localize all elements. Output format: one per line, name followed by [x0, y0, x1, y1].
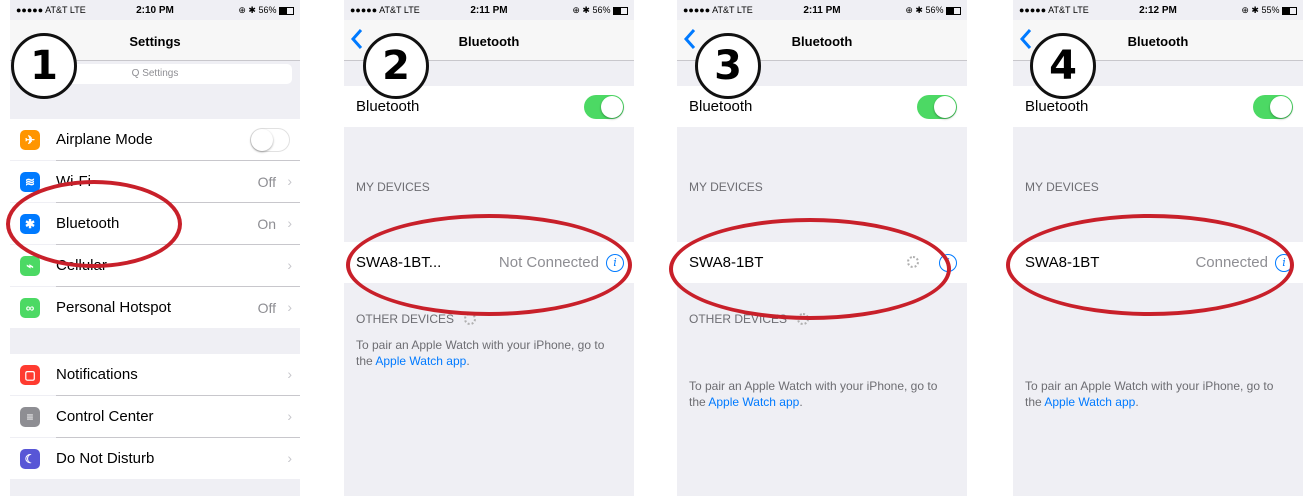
- apple-watch-app-link[interactable]: Apple Watch app: [1044, 395, 1135, 409]
- step-badge-1: 1: [11, 33, 77, 99]
- chevron-right-icon: ›: [287, 257, 292, 273]
- apple-watch-note: To pair an Apple Watch with your iPhone,…: [689, 378, 957, 410]
- apple-watch-app-link[interactable]: Apple Watch app: [708, 395, 799, 409]
- row-value: Off: [257, 300, 276, 316]
- apple-watch-app-link[interactable]: Apple Watch app: [375, 354, 466, 368]
- bluetooth-toggle[interactable]: [1253, 95, 1293, 119]
- wifi-icon: ≋: [20, 172, 40, 192]
- row-label: Airplane Mode: [56, 131, 153, 148]
- airplane-icon: ✈: [20, 130, 40, 150]
- bluetooth-label: Bluetooth: [356, 98, 420, 115]
- moon-icon: ☾: [20, 449, 40, 469]
- settings-row-notifications[interactable]: ▢ Notifications ›: [10, 354, 300, 395]
- row-value: Off: [257, 174, 276, 190]
- settings-row-airplane-mode[interactable]: ✈ Airplane Mode: [10, 119, 300, 160]
- notifications-icon: ▢: [20, 365, 40, 385]
- status-right: ⊕ ✱ 55%: [1241, 5, 1297, 16]
- apple-watch-note: To pair an Apple Watch with your iPhone,…: [356, 337, 624, 369]
- apple-watch-note: To pair an Apple Watch with your iPhone,…: [1025, 378, 1293, 410]
- step-badge-3: 3: [695, 33, 761, 99]
- status-bar: ●●●●● AT&T LTE 2:11 PM ⊕ ✱ 56%: [677, 0, 967, 20]
- settings-row-control-center[interactable]: ≡ Control Center ›: [10, 396, 300, 437]
- step-badge-4: 4: [1030, 33, 1096, 99]
- note-end: .: [799, 395, 803, 409]
- battery-icon: [1282, 6, 1297, 15]
- chevron-right-icon: ›: [287, 366, 292, 382]
- status-right: ⊕ ✱ 56%: [572, 5, 628, 16]
- status-indicators: ⊕ ✱ 55%: [1241, 5, 1280, 15]
- row-value: On: [257, 216, 276, 232]
- chevron-right-icon: ›: [287, 299, 292, 315]
- bluetooth-toggle[interactable]: [584, 95, 624, 119]
- row-label: Control Center: [56, 408, 154, 425]
- control-center-icon: ≡: [20, 407, 40, 427]
- chevron-right-icon: ›: [287, 173, 292, 189]
- row-label: Personal Hotspot: [56, 299, 172, 316]
- chevron-right-icon: ›: [287, 408, 292, 424]
- status-bar: ●●●●● AT&T LTE 2:12 PM ⊕ ✱ 55%: [1013, 0, 1303, 20]
- status-indicators: ⊕ ✱ 56%: [238, 5, 277, 15]
- status-indicators: ⊕ ✱ 56%: [905, 5, 944, 15]
- battery-icon: [279, 6, 294, 15]
- status-right: ⊕ ✱ 56%: [905, 5, 961, 16]
- row-label: Notifications: [56, 366, 138, 383]
- bluetooth-label: Bluetooth: [689, 98, 753, 115]
- airplane-mode-toggle[interactable]: [250, 128, 290, 152]
- bluetooth-toggle[interactable]: [917, 95, 957, 119]
- my-devices-header: MY DEVICES: [1025, 180, 1099, 194]
- hotspot-icon: ∞: [20, 298, 40, 318]
- battery-icon: [613, 6, 628, 15]
- my-devices-header: MY DEVICES: [689, 180, 763, 194]
- note-end: .: [466, 354, 470, 368]
- step-badge-2: 2: [363, 33, 429, 99]
- note-end: .: [1135, 395, 1139, 409]
- annotation-oval: [6, 180, 182, 268]
- my-devices-header: MY DEVICES: [356, 180, 430, 194]
- status-indicators: ⊕ ✱ 56%: [572, 5, 611, 15]
- settings-row-personal-hotspot[interactable]: ∞ Personal Hotspot Off ›: [10, 287, 300, 328]
- row-label: Do Not Disturb: [56, 450, 155, 467]
- annotation-oval: [669, 218, 951, 320]
- settings-row-do-not-disturb[interactable]: ☾ Do Not Disturb ›: [10, 438, 300, 479]
- status-right: ⊕ ✱ 56%: [238, 5, 294, 16]
- other-devices-header: OTHER DEVICES: [356, 312, 455, 326]
- status-bar: ●●●●● AT&T LTE 2:10 PM ⊕ ✱ 56%: [10, 0, 300, 20]
- battery-icon: [946, 6, 961, 15]
- bluetooth-label: Bluetooth: [1025, 98, 1089, 115]
- status-bar: ●●●●● AT&T LTE 2:11 PM ⊕ ✱ 56%: [344, 0, 634, 20]
- cellular-icon: ⌁: [20, 256, 40, 276]
- annotation-oval: [1006, 214, 1294, 316]
- chevron-right-icon: ›: [287, 450, 292, 466]
- annotation-oval: [346, 214, 632, 316]
- chevron-right-icon: ›: [287, 215, 292, 231]
